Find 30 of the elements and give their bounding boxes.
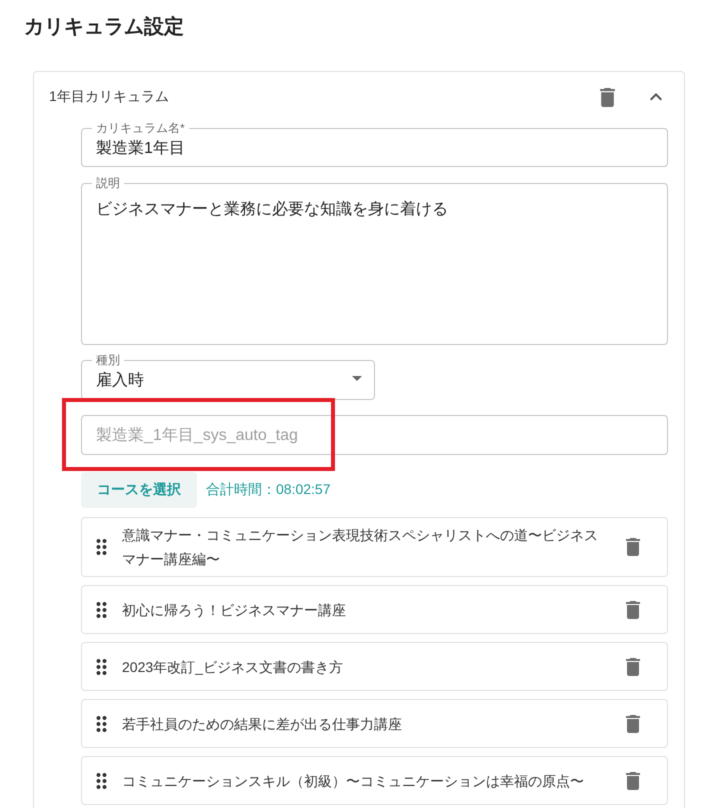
field-value: 製造業1年目 [96, 139, 186, 159]
field-label: カリキュラム名* [96, 121, 185, 135]
trash-icon[interactable] [626, 658, 640, 676]
trash-icon[interactable] [600, 88, 615, 106]
description-field[interactable]: 説明 ビジネスマナーと業務に必要な知識を身に着ける [81, 177, 668, 345]
field-value: 雇入時 [96, 371, 144, 391]
total-time: 合計時間：08:02:57 [206, 481, 330, 499]
trash-icon[interactable] [626, 772, 640, 790]
drag-handle-icon[interactable] [96, 658, 107, 674]
course-title: 2023年改訂_ビジネス文書の書き方 [122, 658, 344, 677]
curriculum-heading: 1年目カリキュラム [49, 88, 170, 106]
course-title: コミュニケーションスキル（初級）〜コミュニケーションは幸福の原点〜 [122, 772, 585, 790]
drag-handle-icon[interactable] [96, 602, 107, 618]
trash-icon[interactable] [626, 538, 640, 556]
drag-handle-icon[interactable] [96, 539, 107, 555]
trash-icon[interactable] [626, 600, 640, 618]
course-title: 初心に帰ろう！ビジネスマナー講座 [122, 600, 347, 620]
field-label: 種別 [96, 353, 120, 367]
caret-icon [352, 376, 362, 381]
curriculum-name-field[interactable]: カリキュラム名* 製造業1年目 [81, 122, 668, 167]
trash-icon[interactable] [626, 714, 640, 732]
page-title: カリキュラム設定 [24, 14, 184, 40]
field-value: ビジネスマナーと業務に必要な知識を身に着ける [96, 200, 449, 220]
field-label: 説明 [96, 176, 120, 190]
drag-handle-icon[interactable] [96, 716, 107, 732]
type-select[interactable]: 種別 雇入時 [81, 354, 375, 400]
chevron-up-icon[interactable] [650, 93, 662, 101]
drag-handle-icon[interactable] [96, 772, 107, 788]
course-title: 若手社員のための結果に差が出る仕事力講座 [122, 714, 403, 734]
course-title: 意識マナー・コミュニケーション表現技術スペシャリストへの道〜ビジネスマナー講座編〜 [122, 526, 599, 569]
